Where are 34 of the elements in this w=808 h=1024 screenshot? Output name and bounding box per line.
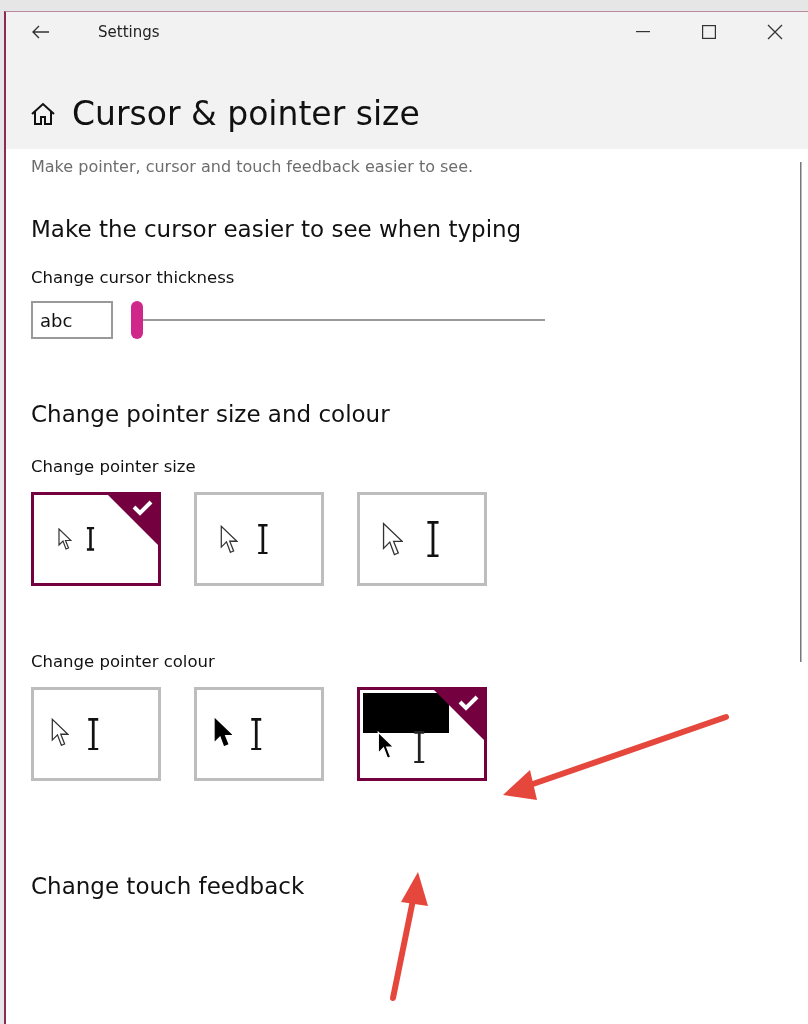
pointer-arrow-icon [377, 730, 396, 760]
text-cursor-icon [426, 520, 441, 558]
maximize-icon [702, 25, 716, 39]
cursor-preview: abc [31, 301, 113, 339]
pointer-arrow-icon [51, 717, 70, 747]
text-cursor-icon [413, 730, 426, 764]
slider-thumb[interactable] [131, 301, 143, 339]
section-heading: Change touch feedback [31, 873, 306, 899]
section-heading: Change pointer size and colour [31, 401, 391, 427]
pointer-arrow-icon [219, 524, 238, 554]
slider-label: Change cursor thickness [31, 268, 236, 287]
home-icon [30, 101, 56, 126]
page-title: Cursor & pointer size [72, 94, 420, 133]
selected-check-icon [434, 690, 484, 740]
close-icon [767, 24, 783, 40]
text-cursor-icon [256, 523, 269, 555]
option-label: Change pointer size [31, 457, 197, 476]
minimize-icon [636, 31, 650, 33]
pointer-colour-option[interactable] [194, 687, 324, 781]
window-title: Settings [98, 23, 161, 41]
text-cursor-icon [86, 527, 95, 551]
pointer-size-option[interactable] [31, 492, 161, 586]
page-description: Make pointer, cursor and touch feedback easier to see. [31, 157, 475, 176]
pointer-arrow-icon [381, 521, 404, 557]
pointer-colour-option[interactable] [357, 687, 487, 781]
pointer-arrow-icon [58, 528, 72, 550]
text-cursor-icon [87, 717, 100, 751]
option-label: Change pointer colour [31, 652, 216, 671]
text-cursor-icon [250, 717, 263, 751]
section-heading: Make the cursor easier to see when typing [31, 216, 523, 242]
pointer-arrow-icon [214, 717, 233, 747]
selected-check-icon [108, 495, 158, 545]
back-arrow-icon [32, 25, 50, 39]
inverted-background-icon [363, 693, 449, 733]
